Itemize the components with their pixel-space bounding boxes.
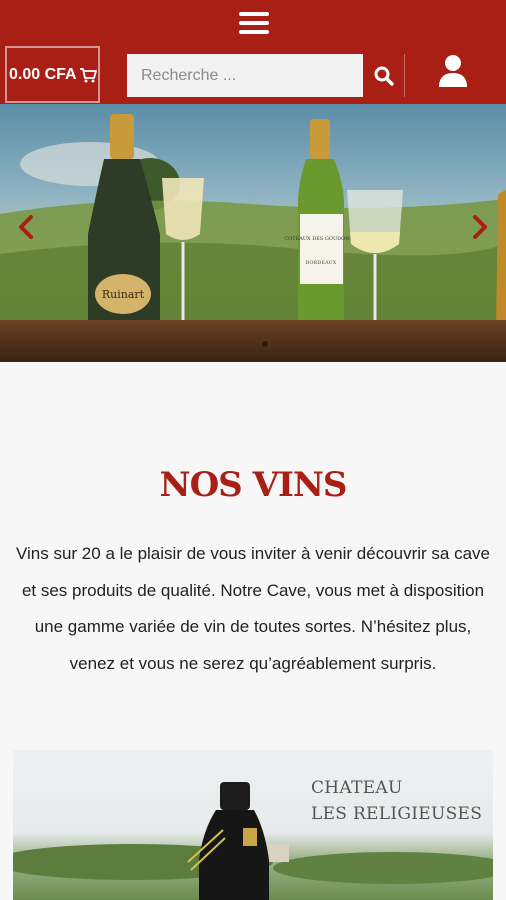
cart-button[interactable]: 0.00 CFA bbox=[5, 46, 100, 103]
hero-slider[interactable]: Ruinart COTEAUX DES GOUDONNE BORDEAUX bbox=[0, 104, 506, 362]
slider-dot[interactable] bbox=[262, 341, 268, 347]
bottle1-label: Ruinart bbox=[102, 288, 145, 301]
promo-line-2: LES RELIGIEUSES bbox=[311, 804, 483, 824]
search-button[interactable] bbox=[363, 54, 405, 97]
search-icon bbox=[374, 66, 394, 86]
search-input[interactable] bbox=[127, 54, 363, 97]
user-icon[interactable] bbox=[436, 54, 470, 88]
bottle2-sub: BORDEAUX bbox=[306, 260, 337, 266]
slider-shelf bbox=[0, 320, 506, 362]
promo-text: CHATEAU LES RELIGIEUSES bbox=[311, 775, 482, 827]
bottle2-label: COTEAUX DES GOUDONNE bbox=[284, 236, 358, 242]
header: 0.00 CFA bbox=[0, 0, 506, 104]
chevron-left-icon[interactable] bbox=[16, 213, 36, 241]
promo-banner[interactable]: CHATEAU LES RELIGIEUSES bbox=[13, 750, 493, 900]
promo-line-1: CHATEAU bbox=[311, 778, 403, 798]
hamburger-menu-icon[interactable] bbox=[239, 12, 269, 34]
cart-total: 0.00 CFA bbox=[9, 65, 77, 83]
cart-icon bbox=[79, 67, 97, 82]
page-title: NOS VINS bbox=[159, 465, 347, 505]
chevron-right-icon[interactable] bbox=[470, 213, 490, 241]
intro-paragraph: Vins sur 20 a le plaisir de vous inviter… bbox=[15, 544, 491, 673]
